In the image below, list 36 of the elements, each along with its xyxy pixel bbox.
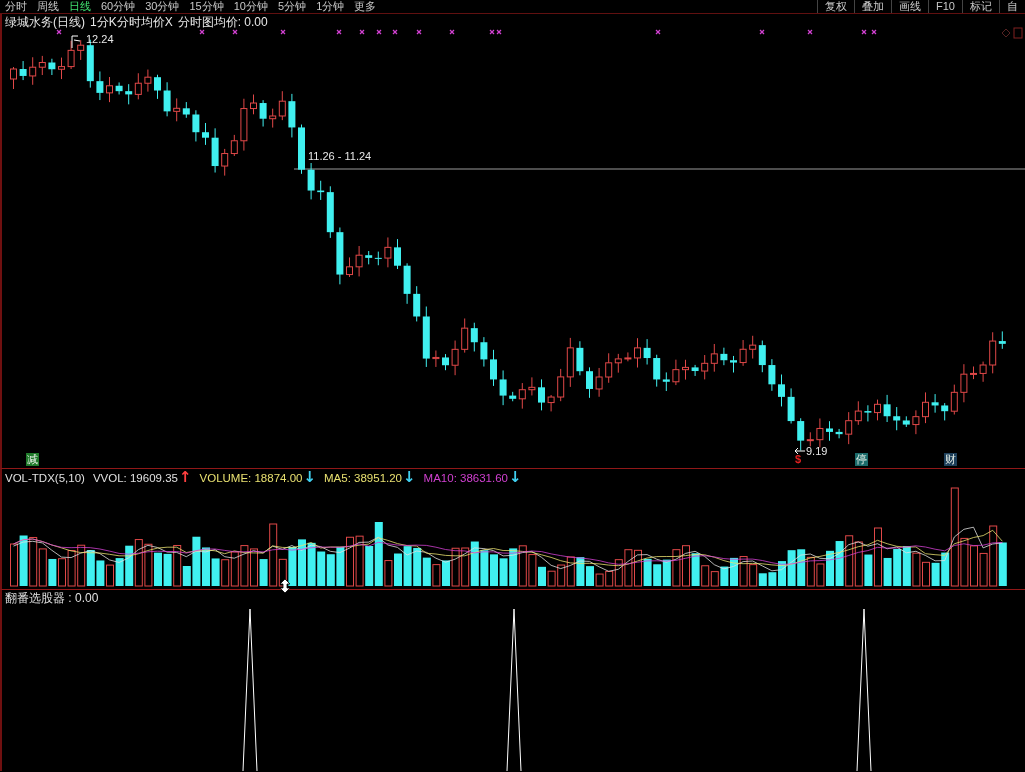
volume-legend: VVOL: 19609.35 xyxy=(92,471,178,484)
toolbar-button[interactable]: 叠加 xyxy=(854,0,892,13)
toolbar-button[interactable]: 复权 xyxy=(817,0,855,13)
period-tab[interactable]: 更多 xyxy=(349,0,382,13)
trend-arrow: ↓ xyxy=(403,470,416,485)
trend-arrow: ↓ xyxy=(303,470,316,485)
period-tab[interactable]: 日线 xyxy=(64,0,96,13)
chart-legend: 1分K分时均价X xyxy=(90,15,173,29)
period-tab[interactable]: 分时 xyxy=(0,0,32,13)
period-tab[interactable]: 60分钟 xyxy=(96,0,141,13)
volume-legend: VOL-TDX(5,10) xyxy=(5,471,85,484)
period-tab[interactable]: 15分钟 xyxy=(184,0,229,13)
period-tab[interactable]: 周线 xyxy=(32,0,64,13)
volume-legend: MA10: 38631.60 xyxy=(423,471,508,484)
toolbar-button[interactable]: F10 xyxy=(928,0,962,13)
price-label: 9.19 xyxy=(806,445,828,458)
signal-label: $ xyxy=(794,453,803,466)
chart-legend: 分时图均价: 0.00 xyxy=(177,15,268,29)
price-label: 11.26 - 11.24 xyxy=(308,150,372,163)
volume-legend: VOLUME: 18874.00 xyxy=(199,471,303,484)
toolbar-button[interactable]: 自 xyxy=(999,0,1025,13)
chart-title: 绿城水务(日线) xyxy=(5,15,85,29)
period-tab[interactable]: 30分钟 xyxy=(140,0,185,13)
indicator-label: 翻番选股器 : 0.00 xyxy=(5,590,99,607)
trend-arrow: ↓ xyxy=(509,470,522,485)
volume-legend: MA5: 38951.20 xyxy=(324,471,403,484)
period-tab[interactable]: 10分钟 xyxy=(228,0,273,13)
signal-badge: 停 xyxy=(855,453,868,466)
price-label: 12.24 xyxy=(86,33,114,46)
toolbar-button[interactable]: 标记 xyxy=(962,0,999,13)
toolbar-button[interactable]: 画线 xyxy=(891,0,929,13)
period-tab[interactable]: 1分钟 xyxy=(311,0,350,13)
trend-arrow: ↑ xyxy=(178,470,192,485)
period-tab[interactable]: 5分钟 xyxy=(273,0,312,13)
signal-badge: 减 xyxy=(26,453,39,466)
signal-badge: 财 xyxy=(944,453,957,466)
